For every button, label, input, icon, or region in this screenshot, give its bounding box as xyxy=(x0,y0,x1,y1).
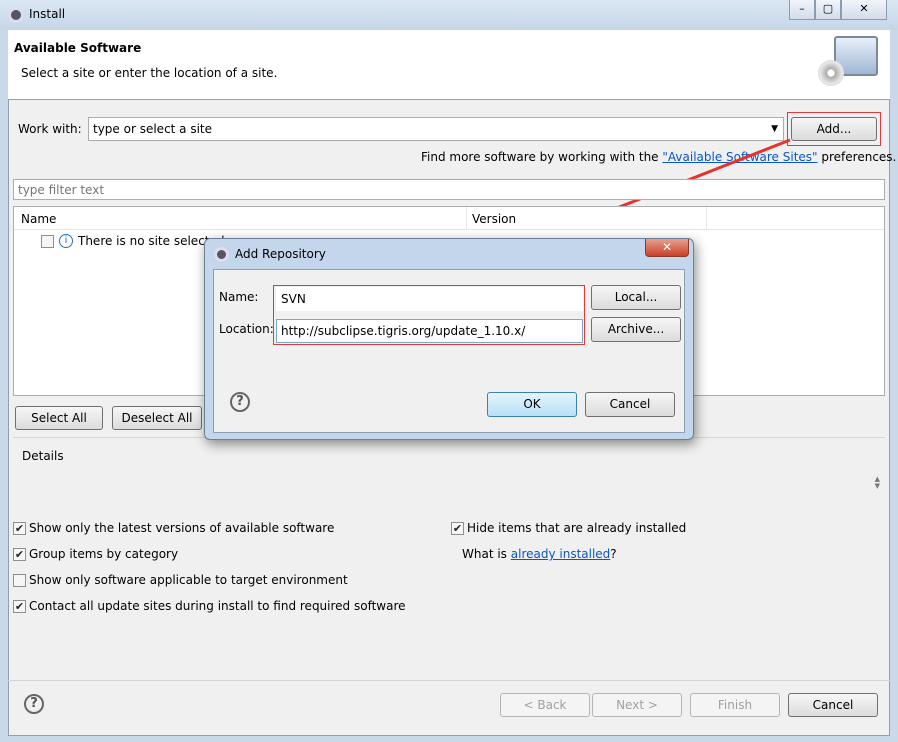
name-input[interactable]: SVN xyxy=(276,287,583,311)
eclipse-gear-icon xyxy=(214,247,229,262)
dialog-cancel-button[interactable]: Cancel xyxy=(585,392,675,417)
dialog-client: Name: Location: SVN http://subclipse.tig… xyxy=(213,269,685,433)
help-icon[interactable]: ? xyxy=(24,694,44,714)
checkbox[interactable]: ✔ xyxy=(451,521,464,535)
option-hide-installed[interactable]: ✔ Hide items that are already installed xyxy=(451,521,686,535)
cancel-button[interactable]: Cancel xyxy=(788,693,878,717)
eclipse-gear-icon xyxy=(8,7,24,23)
option-latest-versions[interactable]: ✔ Show only the latest versions of availa… xyxy=(13,521,334,535)
add-repository-dialog: Add Repository ✕ Name: Location: SVN htt… xyxy=(204,238,694,440)
option-label: Group items by category xyxy=(29,547,179,561)
location-input[interactable]: http://subclipse.tigris.org/update_1.10.… xyxy=(276,319,583,343)
details-label: Details xyxy=(22,449,64,463)
scroll-spinner-icon[interactable]: ▲ ▼ xyxy=(875,476,880,490)
details-group: Details ▲ ▼ xyxy=(13,437,885,513)
finish-button[interactable]: Finish xyxy=(690,693,780,717)
cd-icon xyxy=(818,60,844,86)
option-group-by-category[interactable]: ✔ Group items by category xyxy=(13,547,178,561)
checkbox[interactable]: ✔ xyxy=(13,599,26,613)
checkbox[interactable]: ✔ xyxy=(13,521,26,535)
option-contact-update-sites[interactable]: ✔ Contact all update sites during install… xyxy=(13,599,406,613)
banner-title: Available Software xyxy=(14,41,142,55)
select-all-button[interactable]: Select All xyxy=(15,406,103,430)
archive-button[interactable]: Archive... xyxy=(591,317,681,342)
ok-button[interactable]: OK xyxy=(487,392,577,417)
what-is-prefix: What is xyxy=(462,547,511,561)
table-header: Name Version xyxy=(14,207,884,230)
option-target-environment[interactable]: Show only software applicable to target … xyxy=(13,573,348,587)
option-label: Show only software applicable to target … xyxy=(29,573,348,587)
next-button[interactable]: Next > xyxy=(592,693,682,717)
local-button[interactable]: Local... xyxy=(591,285,681,310)
already-installed-link[interactable]: already installed xyxy=(511,547,611,561)
checkbox[interactable]: ✔ xyxy=(13,547,26,561)
maximize-button[interactable]: ▢ xyxy=(815,0,841,20)
banner: Available Software Select a site or ente… xyxy=(8,30,890,100)
column-name[interactable]: Name xyxy=(21,212,56,226)
checkbox[interactable] xyxy=(13,573,26,587)
what-is-suffix: ? xyxy=(610,547,617,561)
help-icon[interactable]: ? xyxy=(230,392,250,412)
dialog-close-button[interactable]: ✕ xyxy=(645,239,689,257)
what-is-installed: What is already installed? xyxy=(462,547,617,561)
find-more-suffix: preferences. xyxy=(817,150,897,164)
footer-divider xyxy=(8,680,890,681)
back-button[interactable]: < Back xyxy=(500,693,590,717)
window-title: Install xyxy=(29,7,66,21)
row-checkbox[interactable] xyxy=(41,234,54,248)
table-row[interactable]: i There is no site selected. xyxy=(41,234,228,248)
dialog-title: Add Repository xyxy=(235,247,326,261)
work-with-label: Work with: xyxy=(18,122,82,136)
name-label: Name: xyxy=(219,290,259,304)
title-bar: Install – ▢ ✕ xyxy=(0,0,898,30)
add-button[interactable]: Add... xyxy=(791,117,877,141)
filter-input[interactable] xyxy=(13,179,885,200)
info-icon: i xyxy=(59,234,73,248)
work-with-value: type or select a site xyxy=(93,122,213,136)
option-label: Show only the latest versions of availab… xyxy=(29,521,335,535)
option-label: Hide items that are already installed xyxy=(467,521,687,535)
minimize-button[interactable]: – xyxy=(789,0,815,20)
location-label: Location: xyxy=(219,322,274,336)
column-version[interactable]: Version xyxy=(472,212,516,226)
deselect-all-button[interactable]: Deselect All xyxy=(112,406,202,430)
banner-subtitle: Select a site or enter the location of a… xyxy=(21,66,278,80)
option-label: Contact all update sites during install … xyxy=(29,599,406,613)
close-button[interactable]: ✕ xyxy=(841,0,887,20)
